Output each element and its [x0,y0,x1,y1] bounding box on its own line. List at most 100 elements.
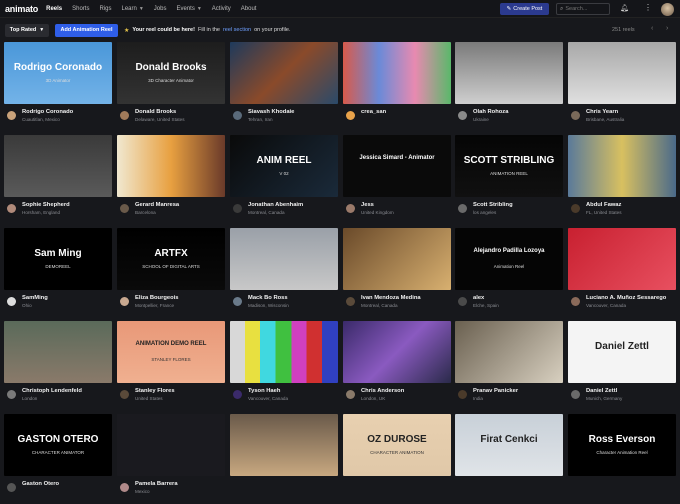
author-name[interactable]: Siavash Khodaie [248,109,294,115]
author-avatar[interactable] [120,483,129,492]
reel-card[interactable]: Olah Rohoza Ukraine [455,42,563,132]
author-name[interactable]: Luciano A. Muñoz Sessarego [586,295,666,301]
sort-dropdown[interactable]: Top Rated ▼ [5,23,49,37]
reel-thumbnail[interactable] [568,42,676,104]
reel-thumbnail[interactable] [455,321,563,383]
logo[interactable]: animato [5,4,38,14]
reel-card[interactable]: Firat Cenkci [455,414,563,504]
author-name[interactable]: Donald Brooks [135,109,176,115]
reel-thumbnail[interactable] [117,414,225,476]
reel-thumbnail[interactable]: OZ DUROSE CHARACTER ANIMATION [343,414,451,476]
reel-thumbnail[interactable] [568,135,676,197]
reel-thumbnail[interactable]: ARTFX SCHOOL OF DIGITAL ARTS [117,228,225,290]
reel-card[interactable]: Donald Brooks 3D Character Animator Donald… [117,42,225,132]
author-avatar[interactable] [346,390,355,399]
chevron-left-icon[interactable]: ‹ [651,25,653,32]
author-avatar[interactable] [7,483,16,492]
nav-learn[interactable]: Learn ▼ [121,6,143,12]
reel-card[interactable]: Ivan Mendoza Medina Montreal, Canada [343,228,451,318]
reel-card[interactable]: ARTFX SCHOOL OF DIGITAL ARTS Eliza Bourgeo… [117,228,225,318]
reel-card[interactable]: Pamela Barrera Mexico [117,414,225,504]
reel-thumbnail[interactable] [230,42,338,104]
reel-section-link[interactable]: reel section [223,27,251,33]
nav-jobs[interactable]: Jobs [154,6,167,12]
reel-card[interactable]: Siavash Khodaie Tehran, Iran [230,42,338,132]
create-post-button[interactable]: ✎ Create Post [500,3,549,15]
nav-events[interactable]: Events ▼ [176,6,201,12]
author-name[interactable]: SamMing [22,295,48,301]
reel-card[interactable]: Christoph Lendenfeld London [4,321,112,411]
author-avatar[interactable] [346,111,355,120]
reel-card[interactable]: OZ DUROSE CHARACTER ANIMATION [343,414,451,504]
reel-card[interactable]: Sophie Shepherd Horsham, England [4,135,112,225]
nav-reels[interactable]: Reels [46,6,62,12]
reel-card[interactable]: Mack Bo Ross Madison, Wisconsin [230,228,338,318]
author-avatar[interactable] [458,297,467,306]
author-avatar[interactable] [120,204,129,213]
author-avatar[interactable] [571,297,580,306]
author-name[interactable]: Gerard Manresa [135,202,179,208]
author-name[interactable]: Jonathan Abenhaim [248,202,303,208]
author-avatar[interactable] [7,297,16,306]
chevron-right-icon[interactable]: › [666,25,668,32]
author-name[interactable]: Chris Anderson [361,388,404,394]
reel-card[interactable]: Gerard Manresa Barcelona [117,135,225,225]
author-avatar[interactable] [233,111,242,120]
nav-shorts[interactable]: Shorts [72,6,89,12]
reel-thumbnail[interactable] [455,42,563,104]
author-avatar[interactable] [120,297,129,306]
author-name[interactable]: Chris Yearn [586,109,618,115]
author-avatar[interactable] [233,297,242,306]
reel-thumbnail[interactable] [230,228,338,290]
author-avatar[interactable] [571,204,580,213]
author-avatar[interactable] [458,111,467,120]
author-avatar[interactable] [7,111,16,120]
author-avatar[interactable] [120,390,129,399]
reel-card[interactable]: SCOTT STRIBLING ANIMATION REEL Scott Strib… [455,135,563,225]
reel-card[interactable]: Tyson Haeh Vancouver, Canada [230,321,338,411]
nav-about[interactable]: About [241,6,257,12]
more-menu-icon[interactable]: ⋮ [644,3,652,12]
reel-thumbnail[interactable] [343,228,451,290]
reel-card[interactable]: ANIM REEL V 02 Jonathan Abenhaim Montreal, … [230,135,338,225]
search-box[interactable]: ⌕ [556,3,610,15]
author-avatar[interactable] [346,297,355,306]
author-name[interactable]: Eliza Bourgeois [135,295,179,301]
reel-card[interactable]: Luciano A. Muñoz Sessarego Vancouver, Can… [568,228,676,318]
reel-card[interactable]: Pranav Panicker India [455,321,563,411]
nav-activity[interactable]: Activity [212,6,231,12]
author-avatar[interactable] [7,390,16,399]
reel-card[interactable] [230,414,338,504]
reel-thumbnail[interactable] [568,228,676,290]
author-name[interactable]: Sophie Shepherd [22,202,70,208]
reel-thumbnail[interactable]: Ross Everson Character Animation Reel [568,414,676,476]
author-name[interactable]: Mack Bo Ross [248,295,288,301]
reel-card[interactable]: Jessica Simard - Animator Jess United King… [343,135,451,225]
author-name[interactable]: Stanley Flores [135,388,175,394]
author-avatar[interactable] [233,390,242,399]
author-avatar[interactable] [346,204,355,213]
reel-thumbnail[interactable]: SCOTT STRIBLING ANIMATION REEL [455,135,563,197]
reel-card[interactable]: ANIMATION DEMO REEL STANLEY FLORES Stanley… [117,321,225,411]
reel-card[interactable]: Ross Everson Character Animation Reel [568,414,676,504]
reel-card[interactable]: Sam Ming DEMOREEL SamMing Ohio [4,228,112,318]
reel-thumbnail[interactable] [4,321,112,383]
author-name[interactable]: Olah Rohoza [473,109,508,115]
reel-thumbnail[interactable]: Jessica Simard - Animator [343,135,451,197]
author-avatar[interactable] [458,390,467,399]
reel-thumbnail[interactable]: ANIMATION DEMO REEL STANLEY FLORES [117,321,225,383]
author-name[interactable]: Pranav Panicker [473,388,518,394]
user-avatar[interactable] [661,3,674,16]
reel-thumbnail[interactable] [230,414,338,476]
reel-thumbnail[interactable]: Sam Ming DEMOREEL [4,228,112,290]
author-avatar[interactable] [571,111,580,120]
reel-card[interactable]: Daniel Zettl Daniel Zettl Munich, Germany [568,321,676,411]
reel-card[interactable]: Rodrigo Coronado 3D Animator Rodrigo Coron… [4,42,112,132]
author-name[interactable]: Daniel Zettl [586,388,617,394]
author-name[interactable]: Rodrigo Coronado [22,109,73,115]
author-name[interactable]: alex [473,295,484,301]
author-avatar[interactable] [120,111,129,120]
reel-thumbnail[interactable]: Rodrigo Coronado 3D Animator [4,42,112,104]
author-avatar[interactable] [233,204,242,213]
reel-thumbnail[interactable]: Firat Cenkci [455,414,563,476]
